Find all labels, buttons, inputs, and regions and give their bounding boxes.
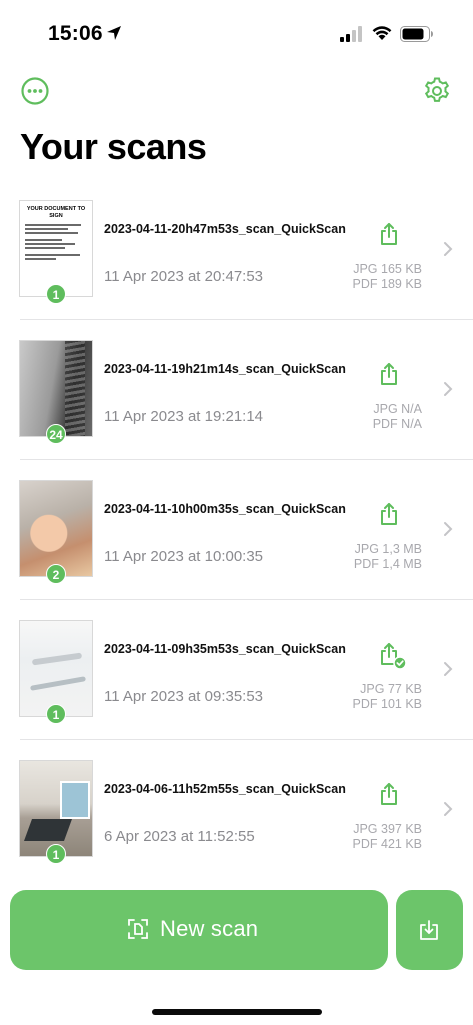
new-scan-label: New scan bbox=[160, 916, 259, 941]
share-icon[interactable] bbox=[378, 362, 400, 386]
cellular-signal-icon bbox=[340, 26, 362, 42]
share-icon[interactable] bbox=[378, 782, 400, 806]
more-options-icon[interactable] bbox=[20, 76, 50, 106]
scan-row[interactable]: 1 2023-04-06-11h52m55s_scan_QuickScan 6 … bbox=[0, 740, 473, 880]
document-title: YOUR DOCUMENT TO SIGN bbox=[26, 206, 86, 219]
scan-row[interactable]: 24 2023-04-11-19h21m14s_scan_QuickScan 1… bbox=[0, 320, 473, 460]
scan-thumbnail bbox=[19, 620, 93, 717]
scan-thumbnail bbox=[19, 760, 93, 857]
jpg-size: JPG 397 KB bbox=[353, 822, 422, 836]
share-icon[interactable] bbox=[378, 502, 400, 526]
scan-date: 6 Apr 2023 at 11:52:55 bbox=[104, 828, 255, 845]
file-sizes: JPG 1,3 MB PDF 1,4 MB bbox=[340, 542, 422, 572]
scan-name: 2023-04-11-20h47m53s_scan_QuickScan bbox=[104, 222, 346, 236]
scan-row[interactable]: YOUR DOCUMENT TO SIGN 1 2023-04-11-20h47… bbox=[0, 180, 473, 320]
scan-row[interactable]: 1 2023-04-11-09h35m53s_scan_QuickScan 11… bbox=[0, 600, 473, 740]
location-arrow-icon bbox=[107, 26, 121, 40]
home-indicator bbox=[152, 1009, 322, 1015]
scan-name: 2023-04-11-09h35m53s_scan_QuickScan bbox=[104, 642, 346, 656]
scan-name: 2023-04-06-11h52m55s_scan_QuickScan bbox=[104, 782, 346, 796]
file-sizes: JPG 165 KB PDF 189 KB bbox=[340, 262, 422, 292]
tray-download-icon bbox=[420, 920, 438, 940]
scan-name: 2023-04-11-10h00m35s_scan_QuickScan bbox=[104, 502, 346, 516]
share-icon[interactable] bbox=[378, 222, 400, 246]
import-button[interactable] bbox=[396, 890, 463, 970]
gear-icon[interactable] bbox=[422, 76, 452, 106]
battery-icon bbox=[400, 26, 433, 42]
scan-date: 11 Apr 2023 at 19:21:14 bbox=[104, 408, 264, 425]
status-time: 15:06 bbox=[48, 22, 103, 45]
page-count-badge: 2 bbox=[46, 564, 66, 584]
wifi-icon bbox=[372, 26, 392, 40]
scan-date: 11 Apr 2023 at 10:00:35 bbox=[104, 548, 264, 565]
chevron-right-icon bbox=[444, 522, 453, 536]
file-sizes: JPG 77 KB PDF 101 KB bbox=[340, 682, 422, 712]
jpg-size: JPG N/A bbox=[373, 402, 422, 416]
jpg-size: JPG 77 KB bbox=[360, 682, 422, 696]
pdf-size: PDF 101 KB bbox=[352, 697, 422, 711]
scan-row[interactable]: 2 2023-04-11-10h00m35s_scan_QuickScan 11… bbox=[0, 460, 473, 600]
chevron-right-icon bbox=[444, 382, 453, 396]
pdf-size: PDF N/A bbox=[372, 417, 422, 431]
share-shared-icon[interactable] bbox=[378, 642, 408, 670]
scan-date: 11 Apr 2023 at 20:47:53 bbox=[104, 268, 264, 285]
page-count-badge: 1 bbox=[46, 844, 66, 864]
scan-name: 2023-04-11-19h21m14s_scan_QuickScan bbox=[104, 362, 346, 376]
new-scan-button[interactable]: New scan bbox=[10, 890, 388, 970]
scan-thumbnail bbox=[19, 340, 93, 437]
page-title: Your scans bbox=[20, 126, 207, 167]
chevron-right-icon bbox=[444, 802, 453, 816]
page-count-badge: 1 bbox=[46, 704, 66, 724]
scan-frame-icon bbox=[128, 919, 148, 939]
page-count-badge: 1 bbox=[46, 284, 66, 304]
status-bar: 15:06 bbox=[0, 0, 473, 70]
chevron-right-icon bbox=[444, 242, 453, 256]
page-count-badge: 24 bbox=[46, 424, 66, 444]
pdf-size: PDF 421 KB bbox=[352, 837, 422, 851]
pdf-size: PDF 189 KB bbox=[352, 277, 422, 291]
jpg-size: JPG 1,3 MB bbox=[354, 542, 422, 556]
file-sizes: JPG 397 KB PDF 421 KB bbox=[340, 822, 422, 852]
scan-date: 11 Apr 2023 at 09:35:53 bbox=[104, 688, 264, 705]
jpg-size: JPG 165 KB bbox=[353, 262, 422, 276]
scan-thumbnail bbox=[19, 480, 93, 577]
file-sizes: JPG N/A PDF N/A bbox=[340, 402, 422, 432]
scan-thumbnail: YOUR DOCUMENT TO SIGN bbox=[19, 200, 93, 297]
pdf-size: PDF 1,4 MB bbox=[353, 557, 422, 571]
chevron-right-icon bbox=[444, 662, 453, 676]
